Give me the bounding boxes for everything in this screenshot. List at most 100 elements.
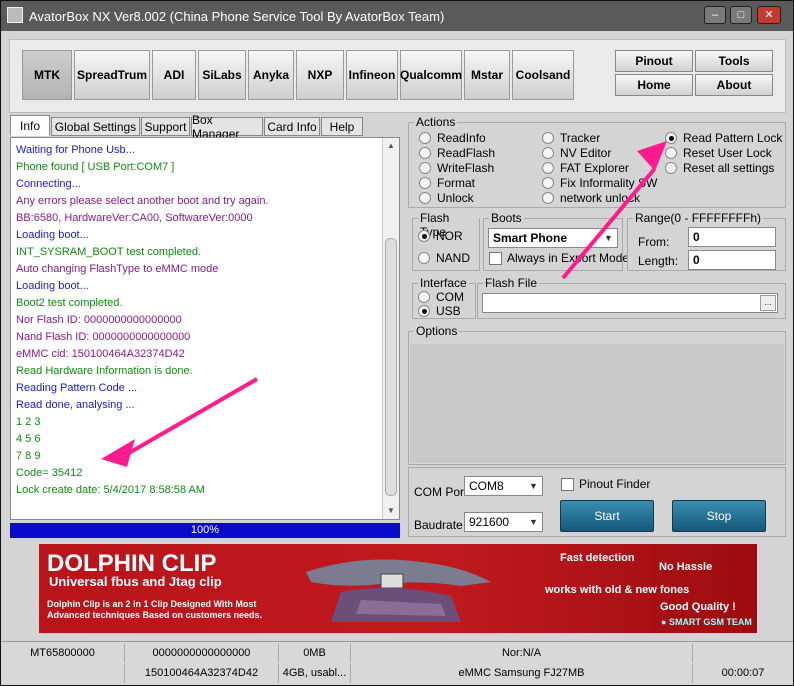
radio-dot-icon: [419, 177, 431, 189]
status-chip: MT65800000: [1, 644, 125, 663]
tab-info[interactable]: Info: [10, 115, 50, 136]
log-line: Code= 35412: [16, 467, 83, 479]
options-panel: [410, 344, 784, 463]
banner-no-hassle: No Hassle: [659, 561, 713, 573]
baudrate-label: Baudrate: [414, 518, 463, 532]
browse-button[interactable]: ...: [760, 295, 776, 311]
start-button[interactable]: Start: [560, 500, 654, 532]
chip-infineon[interactable]: Infineon: [346, 50, 398, 100]
main-window: AvatorBox NX Ver8.002 (China Phone Servi…: [0, 0, 794, 686]
radio-nor[interactable]: NOR: [418, 229, 463, 243]
log-line: Connecting...: [16, 178, 81, 190]
log-line: Loading boot...: [16, 280, 89, 292]
radio-reset-user-lock[interactable]: Reset User Lock: [665, 146, 772, 160]
chevron-down-icon: ▼: [529, 481, 538, 491]
title-bar[interactable]: AvatorBox NX Ver8.002 (China Phone Servi…: [1, 1, 793, 31]
pinout-finder-checkbox[interactable]: Pinout Finder: [561, 477, 650, 491]
log-line: Auto changing FlashType to eMMC mode: [16, 263, 219, 275]
chip-spreadtrum[interactable]: SpreadTrum: [74, 50, 150, 100]
stop-button[interactable]: Stop: [672, 500, 766, 532]
always-export-checkbox[interactable]: Always in Export Mode: [489, 251, 629, 265]
about-button[interactable]: About: [695, 74, 773, 96]
status-nor: Nor:N/A: [351, 644, 693, 663]
chip-qualcomm[interactable]: Qualcomm: [400, 50, 462, 100]
actions-group: Actions ReadInfo ReadFlash WriteFlash Fo…: [408, 115, 786, 208]
banner-subtitle: Universal fbus and Jtag clip: [49, 574, 222, 589]
status-size: 0MB: [279, 644, 351, 663]
actions-caption: Actions: [414, 115, 458, 129]
progress-bar: 100%: [10, 523, 400, 538]
tab-global-settings[interactable]: Global Settings: [51, 117, 140, 136]
tab-box-manager[interactable]: Box Manager: [191, 113, 263, 141]
log-line: 4 5 6: [16, 433, 41, 445]
log-scrollbar[interactable]: ▲ ▼: [382, 138, 399, 519]
radio-unlock[interactable]: Unlock: [419, 191, 474, 205]
status-emmc-cid: 150100464A32374D42: [125, 664, 279, 683]
radio-com[interactable]: COM: [418, 290, 464, 304]
radio-dot-icon: [418, 252, 430, 264]
log-line: Nand Flash ID: 0000000000000000: [16, 331, 191, 343]
radio-reset-all-settings[interactable]: Reset all settings: [665, 161, 774, 175]
banner-good-quality: Good Quality !: [660, 601, 736, 613]
chevron-down-icon: ▼: [529, 517, 538, 527]
from-input[interactable]: 0: [688, 227, 776, 247]
close-button[interactable]: ✕: [757, 6, 781, 24]
log-line: Loading boot...: [16, 229, 89, 241]
tab-support[interactable]: Support: [141, 117, 190, 136]
log-line: eMMC cid: 150100464A32374D42: [16, 348, 185, 360]
radio-usb[interactable]: USB: [418, 304, 461, 318]
tab-card-info[interactable]: Card Info: [264, 117, 320, 136]
radio-readflash[interactable]: ReadFlash: [419, 146, 495, 160]
banner-description: Dolphin Clip is an 2 in 1 Clip Designed …: [47, 599, 263, 620]
radio-selected-icon: [418, 305, 430, 317]
window-title: AvatorBox NX Ver8.002 (China Phone Servi…: [29, 9, 445, 24]
chip-nxp[interactable]: NXP: [296, 50, 344, 100]
banner-fast-detection: Fast detection: [560, 552, 635, 564]
radio-dot-icon: [419, 147, 431, 159]
chip-anyka[interactable]: Anyka: [248, 50, 294, 100]
tab-help[interactable]: Help: [321, 117, 363, 136]
baudrate-select[interactable]: 921600 ▼: [464, 512, 543, 532]
chip-mstar[interactable]: Mstar: [464, 50, 510, 100]
length-input[interactable]: 0: [688, 250, 776, 270]
app-icon: [7, 7, 23, 23]
maximize-button[interactable]: □: [730, 6, 752, 24]
radio-nv-editor[interactable]: NV Editor: [542, 146, 611, 160]
log-line: INT_SYSRAM_BOOT test completed.: [16, 246, 202, 258]
radio-tracker[interactable]: Tracker: [542, 131, 600, 145]
dolphin-clip-banner[interactable]: DOLPHIN CLIP Universal fbus and Jtag cli…: [39, 544, 757, 633]
scroll-up-icon[interactable]: ▲: [385, 140, 397, 152]
radio-dot-icon: [542, 177, 554, 189]
scroll-down-icon[interactable]: ▼: [385, 505, 397, 517]
info-log[interactable]: Waiting for Phone Usb... Phone found [ US…: [10, 137, 400, 520]
radio-dot-icon: [419, 132, 431, 144]
status-blank: [1, 664, 125, 683]
radio-writeflash[interactable]: WriteFlash: [419, 161, 494, 175]
flash-file-input[interactable]: ...: [482, 293, 778, 313]
chip-silabs[interactable]: SiLabs: [198, 50, 246, 100]
com-port-label: COM Port: [414, 485, 468, 499]
chip-adi[interactable]: ADI: [152, 50, 196, 100]
radio-nand[interactable]: NAND: [418, 251, 470, 265]
radio-dot-icon: [542, 147, 554, 159]
com-port-select[interactable]: COM8 ▼: [464, 476, 543, 496]
radio-dot-icon: [542, 192, 554, 204]
chip-coolsand[interactable]: Coolsand: [512, 50, 574, 100]
radio-readinfo[interactable]: ReadInfo: [419, 131, 486, 145]
home-button[interactable]: Home: [615, 74, 693, 96]
log-line: Phone found [ USB Port:COM7 ]: [16, 161, 175, 173]
tools-button[interactable]: Tools: [695, 50, 773, 72]
scroll-thumb[interactable]: [385, 238, 397, 496]
chip-mtk[interactable]: MTK: [22, 50, 72, 100]
log-line: Reading Pattern Code ...: [16, 382, 138, 394]
checkbox-icon: [561, 477, 574, 491]
radio-read-pattern-lock[interactable]: Read Pattern Lock: [665, 131, 782, 145]
chip-toolbar: MTK SpreadTrum ADI SiLabs Anyka NXP Infi…: [9, 39, 786, 113]
radio-dot-icon: [542, 162, 554, 174]
minimize-button[interactable]: –: [704, 6, 726, 24]
radio-selected-icon: [418, 230, 430, 242]
radio-fat-explorer[interactable]: FAT Explorer: [542, 161, 629, 175]
pinout-button[interactable]: Pinout: [615, 50, 693, 72]
radio-format[interactable]: Format: [419, 176, 475, 190]
log-line: 1 2 3: [16, 416, 41, 428]
